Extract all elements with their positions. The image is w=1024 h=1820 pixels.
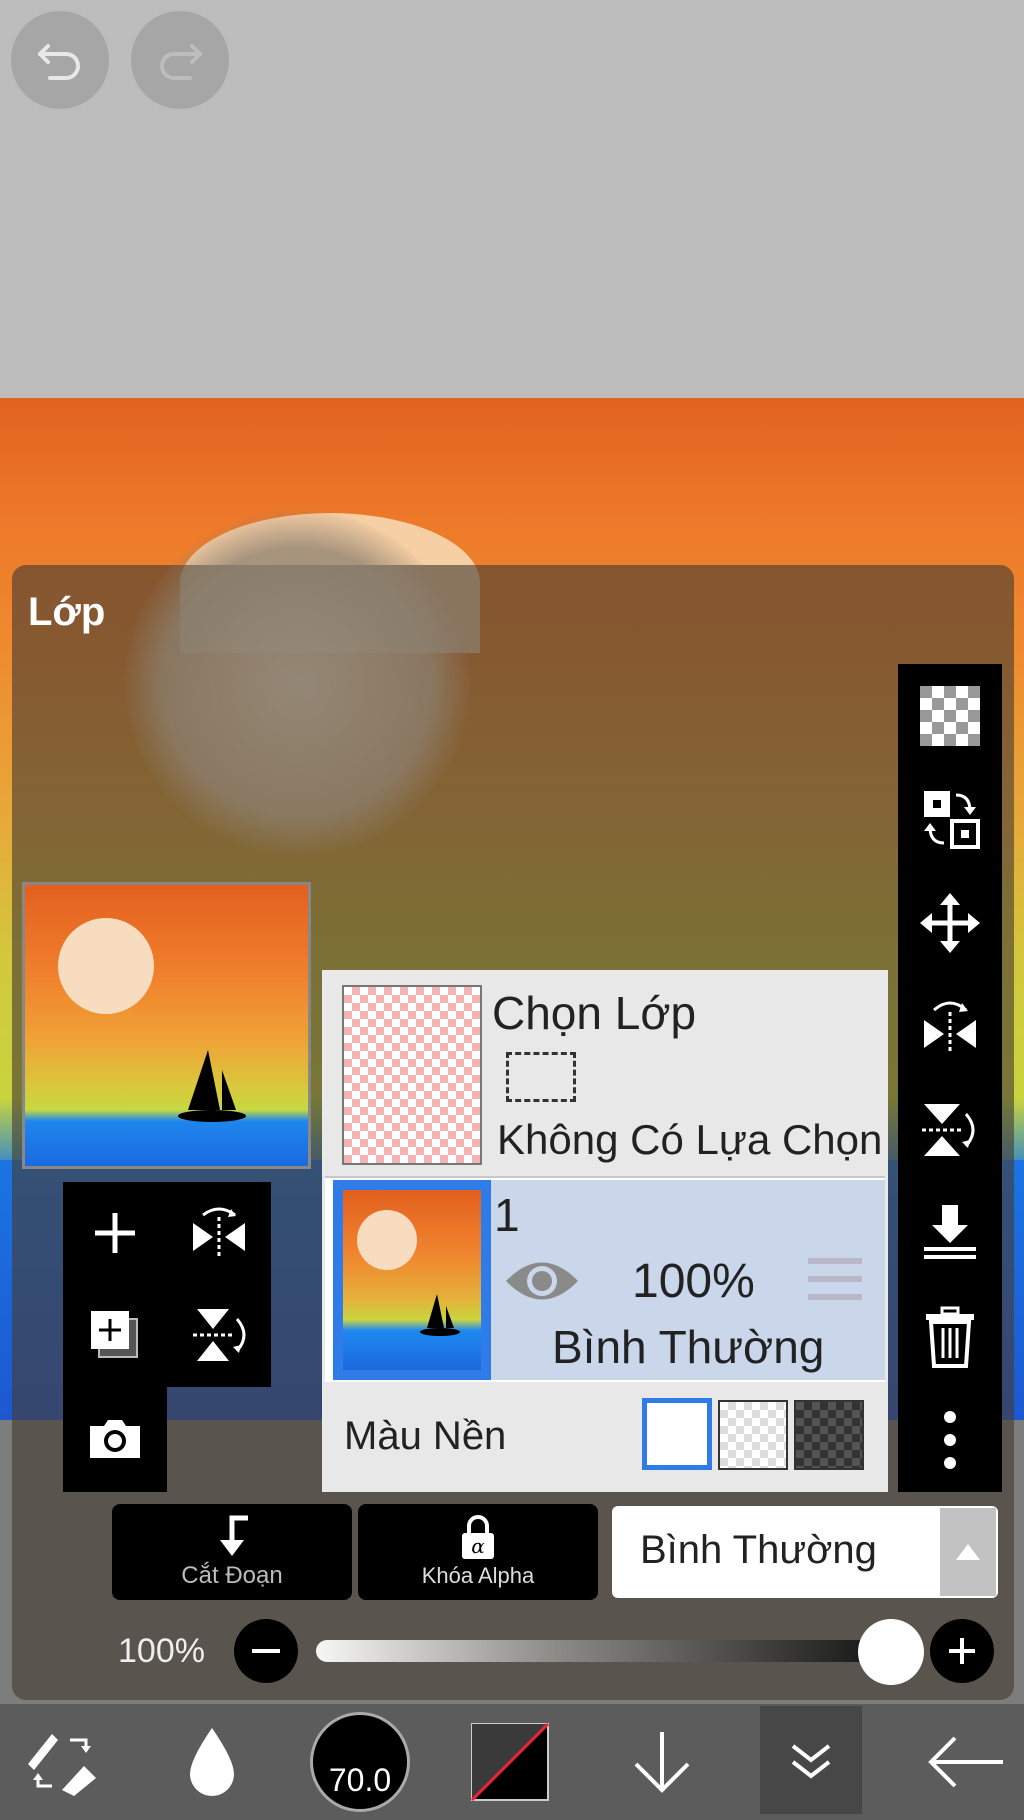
right-toolbar <box>898 664 1002 1492</box>
background-white-swatch[interactable] <box>642 1398 712 1470</box>
flip-horizontal-icon <box>193 1207 245 1257</box>
clipping-arrow-icon <box>220 1515 248 1556</box>
layer-blend-mode: Bình Thường <box>552 1321 825 1373</box>
panel-title: Lớp <box>28 590 106 634</box>
color-swatch-button[interactable] <box>470 1704 550 1820</box>
selection-layer-thumbnail <box>342 985 482 1165</box>
canvas-preview[interactable] <box>22 882 311 1169</box>
brush-eraser-swap-icon <box>28 1734 96 1796</box>
flip-vertical-icon <box>193 1309 246 1361</box>
selection-marquee-icon <box>506 1052 576 1102</box>
sun-blur <box>125 510 470 855</box>
checker-button[interactable] <box>898 664 1002 768</box>
sailboat-icon <box>420 1294 460 1336</box>
drop-icon <box>190 1728 234 1796</box>
drag-handle-icon[interactable] <box>808 1256 862 1302</box>
brush-size-value: 70.0 <box>328 1762 392 1798</box>
checker-icon <box>920 685 980 746</box>
alpha-lock-label: Khóa Alpha <box>421 1563 535 1588</box>
trash-icon <box>926 1306 974 1368</box>
opacity-increase-button[interactable] <box>930 1619 994 1683</box>
add-layer-button[interactable] <box>63 1182 167 1284</box>
undo-icon <box>38 44 80 80</box>
clipping-label: Cắt Đoạn <box>181 1562 283 1589</box>
selection-layer-title: Chọn Lớp <box>492 987 697 1039</box>
clipping-button[interactable]: Cắt Đoạn <box>112 1504 352 1600</box>
copy-layer-icon <box>91 1311 138 1358</box>
opacity-value-label: 100% <box>118 1632 205 1670</box>
minus-icon <box>252 1649 280 1653</box>
visibility-eye-icon[interactable] <box>504 1258 580 1304</box>
move-button[interactable] <box>898 871 1002 975</box>
background-dark-swatch[interactable] <box>794 1400 864 1470</box>
flip-vertical-icon <box>922 1103 975 1156</box>
brush-size-circle: 70.0 <box>310 1712 410 1812</box>
camera-button[interactable] <box>63 1387 167 1489</box>
background-label: Màu Nền <box>344 1414 507 1458</box>
undo-button[interactable] <box>11 11 109 109</box>
brush-size-button[interactable]: 70.0 <box>308 1704 412 1820</box>
triangle-up-icon <box>956 1544 980 1560</box>
layer-thumbnail-sun <box>357 1210 417 1270</box>
plus-icon <box>949 1638 975 1664</box>
brush-eraser-toggle-button[interactable] <box>0 1704 124 1820</box>
flip-horizontal-icon <box>924 1001 976 1055</box>
redo-icon <box>160 44 202 80</box>
duplicate-layer-button[interactable] <box>63 1284 167 1386</box>
flip-horizontal-button[interactable] <box>167 1182 271 1284</box>
color-dropper-button[interactable] <box>162 1704 262 1820</box>
flip-vertical-layer-button[interactable] <box>898 1078 1002 1182</box>
download-button[interactable] <box>614 1704 710 1820</box>
move-icon <box>920 892 980 953</box>
redo-button[interactable] <box>131 11 229 109</box>
flip-vertical-button[interactable] <box>167 1284 271 1386</box>
merge-down-icon <box>924 1205 976 1260</box>
sailboat-icon <box>178 1050 246 1122</box>
blend-mode-value: Bình Thường <box>640 1528 877 1572</box>
layers-toggle-button[interactable] <box>760 1706 862 1814</box>
flip-horizontal-layer-button[interactable] <box>898 975 1002 1079</box>
svg-text:α: α <box>471 1534 485 1558</box>
opacity-decrease-button[interactable] <box>234 1619 298 1683</box>
more-button[interactable] <box>898 1389 1002 1493</box>
swap-layers-icon <box>924 791 980 850</box>
camera-icon <box>90 1420 140 1458</box>
layer-opacity: 100% <box>632 1255 755 1308</box>
plus-icon <box>95 1213 135 1253</box>
layer-thumbnail <box>343 1190 481 1370</box>
opacity-slider-thumb[interactable] <box>858 1619 924 1685</box>
opacity-slider-track[interactable] <box>316 1640 894 1662</box>
arrow-left-icon <box>928 1736 1003 1788</box>
background-transparent-swatch[interactable] <box>718 1400 788 1470</box>
arrow-down-icon <box>634 1732 690 1793</box>
alpha-lock-button[interactable]: α Khóa Alpha <box>358 1504 598 1600</box>
merge-down-button[interactable] <box>898 1182 1002 1286</box>
delete-layer-button[interactable] <box>898 1285 1002 1389</box>
double-chevron-down-icon <box>791 1744 831 1779</box>
blend-mode-dropdown-button[interactable] <box>940 1508 996 1596</box>
layer-name: 1 <box>494 1189 520 1241</box>
back-button[interactable] <box>912 1704 1022 1820</box>
color-swatch-icon <box>471 1723 549 1801</box>
more-icon <box>944 1411 956 1470</box>
selection-status: Không Có Lựa Chọn <box>497 1116 883 1163</box>
swap-layers-button[interactable] <box>898 768 1002 872</box>
lock-alpha-icon: α <box>462 1515 494 1559</box>
preview-sun <box>58 918 154 1014</box>
